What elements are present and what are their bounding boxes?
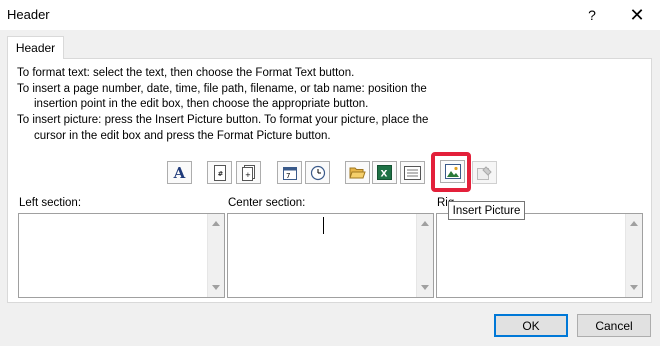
instruction-line-3: insertion point in the edit box, then ch… [34,98,369,110]
insert-page-number-button[interactable]: # [207,161,232,184]
format-text-icon: A [173,163,186,182]
scroll-up-icon[interactable] [630,221,638,226]
svg-text:X: X [381,170,388,180]
center-section-label: Center section: [228,197,306,209]
insert-picture-tooltip: Insert Picture [448,201,525,220]
insert-number-of-pages-button[interactable]: + [236,161,261,184]
format-picture-icon [476,166,492,180]
title-bar: Header ? ✕ [0,0,660,30]
time-icon [310,165,325,180]
center-section-scrollbar[interactable] [416,214,433,297]
scroll-down-icon[interactable] [212,285,220,290]
scroll-up-icon[interactable] [212,221,220,226]
center-section-editbox[interactable] [227,213,434,298]
cancel-button[interactable]: Cancel [577,314,651,337]
scroll-down-icon[interactable] [421,285,429,290]
scroll-down-icon[interactable] [630,285,638,290]
sheet-name-icon [404,165,421,180]
tab-header[interactable]: Header [7,36,64,59]
format-text-button[interactable]: A [167,161,192,184]
svg-text:7: 7 [286,172,290,180]
number-of-pages-icon: + [241,164,255,181]
format-picture-button[interactable] [472,161,497,184]
svg-text:+: + [245,171,251,179]
left-section-scrollbar[interactable] [207,214,224,297]
date-icon: 7 [282,166,297,180]
close-button[interactable]: ✕ [620,0,654,30]
text-cursor [323,217,324,234]
insert-filename-button[interactable]: X [372,161,397,184]
instruction-line-2: To insert a page number, date, time, fil… [17,83,427,95]
ok-button[interactable]: OK [494,314,568,337]
instruction-line-1: To format text: select the text, then ch… [17,67,355,79]
insert-picture-highlight [431,152,471,192]
instruction-line-5: cursor in the edit box and press the For… [34,130,331,142]
insert-time-button[interactable] [305,161,330,184]
insert-date-button[interactable]: 7 [277,161,302,184]
insert-sheet-name-button[interactable] [400,161,425,184]
instruction-line-4: To insert picture: press the Insert Pict… [17,114,429,126]
help-button[interactable]: ? [578,0,606,30]
svg-text:#: # [217,170,223,178]
filename-icon: X [377,165,392,180]
right-section-editbox[interactable] [436,213,643,298]
insert-file-path-button[interactable] [345,161,370,184]
page-number-icon: # [213,164,226,181]
left-section-label: Left section: [19,197,82,209]
left-section-editbox[interactable] [18,213,225,298]
scroll-up-icon[interactable] [421,221,429,226]
right-section-scrollbar[interactable] [625,214,642,297]
file-path-icon [349,167,366,179]
window-title: Header [7,7,50,22]
